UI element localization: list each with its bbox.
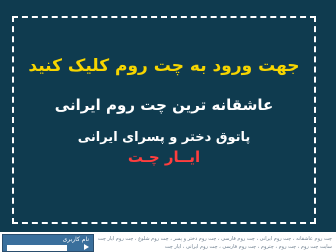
tagline-hangout: پاتوق دختر و پسرای ایرانی	[77, 130, 251, 145]
dashed-frame	[12, 16, 316, 224]
login-widget: نام کاربری	[2, 234, 94, 252]
footer-seo-text-2: سایت چت روم ، چت روم ، چتروم ، چت روم فا…	[164, 244, 332, 250]
tagline-romantic-chatroom: عاشقانه ترین چت روم ایرانی	[54, 96, 274, 114]
username-label: نام کاربری	[62, 236, 89, 243]
username-input[interactable]	[7, 245, 67, 251]
footer-seo-text-1: چت روم عاشقانه ، چت روم ایرانی ، چت روم …	[98, 236, 332, 242]
chat-entry-banner[interactable]: جهت ورود به چت روم کلیک کنید عاشقانه تری…	[0, 0, 336, 232]
enter-chatroom-headline[interactable]: جهت ورود به چت روم کلیک کنید	[12, 56, 316, 76]
brand-logo-text: ایــار چـت	[127, 148, 201, 166]
submit-arrow-icon[interactable]	[84, 244, 89, 250]
